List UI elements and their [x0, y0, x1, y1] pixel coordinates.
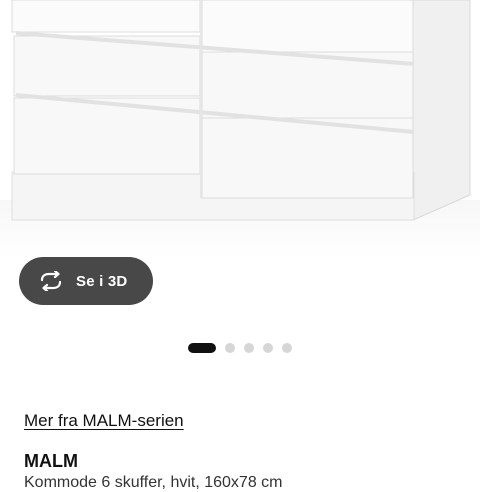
- pagination-dot[interactable]: [225, 343, 235, 353]
- series-link[interactable]: Mer fra MALM-serien: [24, 411, 184, 431]
- pagination-dot[interactable]: [244, 343, 254, 353]
- carousel-pagination: [188, 343, 292, 353]
- view-in-3d-label: Se i 3D: [76, 272, 128, 290]
- pagination-dot-active[interactable]: [188, 343, 216, 353]
- view-in-3d-button[interactable]: Se i 3D: [19, 257, 153, 305]
- pagination-dot[interactable]: [263, 343, 273, 353]
- rotate-arrows-icon: [38, 271, 64, 291]
- product-name: MALM: [24, 451, 78, 471]
- pagination-dot[interactable]: [282, 343, 292, 353]
- product-description: Kommode 6 skuffer, hvit, 160x78 cm: [24, 474, 283, 491]
